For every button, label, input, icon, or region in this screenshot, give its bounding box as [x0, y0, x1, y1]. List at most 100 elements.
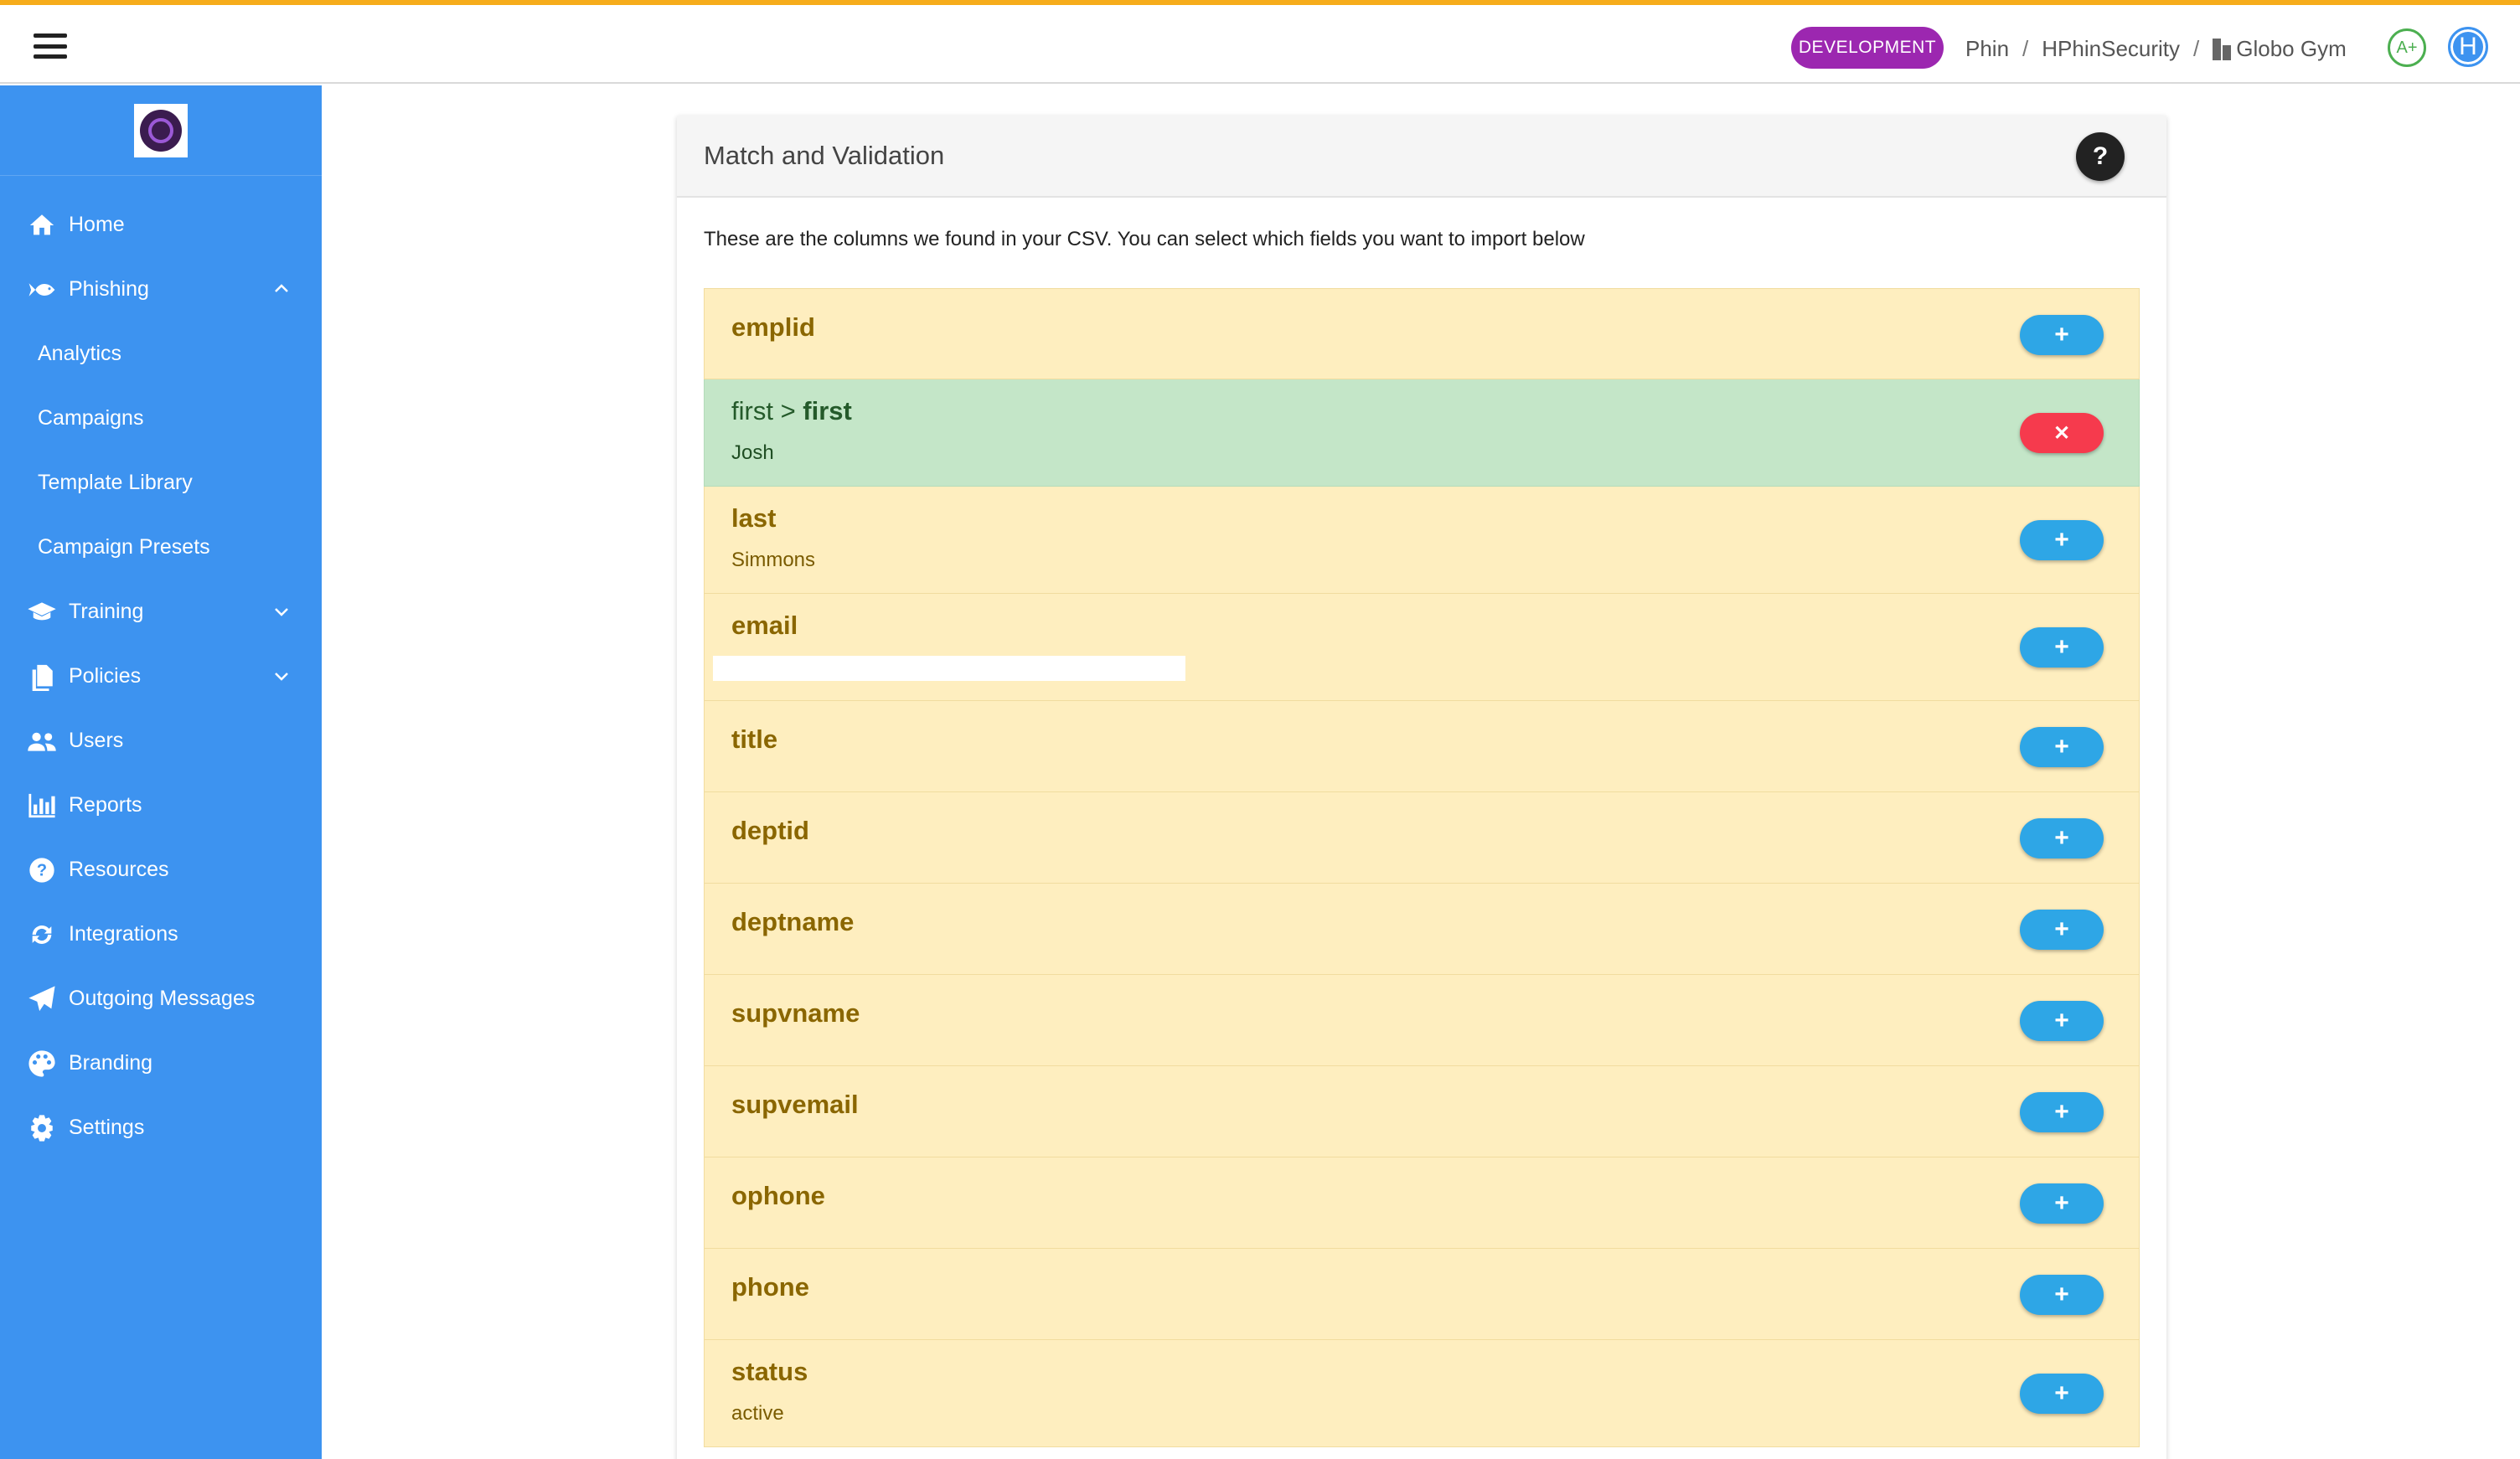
sidebar-item-label: Analytics: [38, 342, 122, 365]
sidebar-item-campaigns[interactable]: Campaigns: [0, 386, 322, 451]
breadcrumb-item[interactable]: HPhinSecurity: [2042, 36, 2180, 62]
add-mapping-button[interactable]: +: [2020, 909, 2104, 950]
sidebar-item-label: Integrations: [69, 922, 178, 946]
sidebar-item-label: Branding: [69, 1051, 153, 1075]
add-mapping-button[interactable]: +: [2020, 1274, 2104, 1315]
user-avatar[interactable]: H: [2448, 27, 2488, 67]
card-header: Match and Validation ?: [677, 116, 2166, 198]
add-mapping-button[interactable]: +: [2020, 520, 2104, 560]
column-name: first > first: [731, 396, 852, 426]
sidebar-item-users[interactable]: Users: [0, 709, 322, 773]
sidebar-item-training[interactable]: Training: [0, 580, 322, 644]
column-row-matched: first > first Josh ✕: [704, 379, 2140, 487]
add-mapping-button[interactable]: +: [2020, 1374, 2104, 1414]
csv-column-label: first: [731, 396, 773, 425]
column-row: last Simmons +: [704, 487, 2140, 594]
sidebar-item-label: Policies: [69, 664, 142, 688]
sidebar-menu: Home Phishing Analytics Campaigns Template L…: [0, 176, 322, 1160]
sidebar-item-label: Reports: [69, 793, 142, 817]
environment-badge: DEVELOPMENT: [1791, 27, 1944, 69]
sample-value: Simmons: [731, 549, 816, 571]
sidebar-item-outgoing-messages[interactable]: Outgoing Messages: [0, 967, 322, 1031]
add-mapping-button[interactable]: +: [2020, 726, 2104, 767]
sample-value: active: [731, 1402, 784, 1425]
sidebar-item-label: Outgoing Messages: [69, 987, 256, 1010]
chevron-up-icon[interactable]: [271, 279, 292, 299]
sidebar-item-policies[interactable]: Policies: [0, 644, 322, 709]
column-name: ophone: [731, 1181, 825, 1210]
breadcrumb-item[interactable]: Phin: [1965, 36, 2009, 62]
column-name: status: [731, 1357, 808, 1386]
add-mapping-button[interactable]: +: [2020, 1091, 2104, 1132]
column-row: title +: [704, 701, 2140, 792]
column-row: supvemail +: [704, 1066, 2140, 1157]
sidebar-item-label: Home: [69, 213, 125, 236]
fish-icon: [27, 275, 57, 305]
breadcrumb-label: Globo Gym: [2236, 35, 2347, 61]
add-mapping-button[interactable]: +: [2020, 817, 2104, 858]
breadcrumb-item-current[interactable]: Globo Gym: [2213, 36, 2347, 62]
column-name: deptname: [731, 907, 855, 936]
sidebar-item-label: Users: [69, 729, 124, 752]
sidebar-item-reports[interactable]: Reports: [0, 773, 322, 838]
column-row: status active +: [704, 1340, 2140, 1447]
chevron-down-icon[interactable]: [271, 666, 292, 686]
column-row: ophone +: [704, 1157, 2140, 1249]
column-name: emplid: [731, 312, 815, 342]
bar-chart-icon: [27, 791, 57, 821]
paper-plane-icon: [27, 984, 57, 1014]
sidebar-item-branding[interactable]: Branding: [0, 1031, 322, 1096]
column-name: email: [731, 611, 798, 640]
add-mapping-button[interactable]: +: [2020, 314, 2104, 355]
remove-mapping-button[interactable]: ✕: [2020, 413, 2104, 453]
company-logo[interactable]: [134, 103, 188, 157]
top-bar: DEVELOPMENT Phin / HPhinSecurity / Globo…: [0, 0, 2520, 84]
column-name: supvemail: [731, 1090, 859, 1119]
sidebar-item-template-library[interactable]: Template Library: [0, 451, 322, 515]
column-row: phone +: [704, 1249, 2140, 1340]
column-name: title: [731, 724, 778, 754]
graduation-cap-icon: [27, 597, 57, 627]
sidebar-item-settings[interactable]: Settings: [0, 1096, 322, 1160]
home-icon: [27, 210, 57, 240]
column-name: phone: [731, 1272, 809, 1302]
column-name: deptid: [731, 816, 809, 845]
question-circle-icon: ?: [27, 855, 57, 885]
mapping-arrow: >: [780, 396, 796, 425]
add-mapping-button[interactable]: +: [2020, 1183, 2104, 1224]
mapped-field-label: first: [803, 396, 852, 425]
menu-icon[interactable]: [34, 34, 67, 59]
sidebar-item-label: Campaign Presets: [38, 535, 210, 559]
breadcrumb-separator: /: [2022, 35, 2029, 61]
help-button[interactable]: ?: [2076, 132, 2125, 181]
column-row: emplid +: [704, 288, 2140, 379]
svg-text:?: ?: [37, 861, 47, 879]
sidebar-item-home[interactable]: Home: [0, 193, 322, 257]
grade-badge[interactable]: A+: [2388, 28, 2426, 67]
sidebar: Home Phishing Analytics Campaigns Template L…: [0, 85, 322, 1459]
sidebar-item-label: Settings: [69, 1116, 145, 1139]
column-row: supvname +: [704, 975, 2140, 1066]
sidebar-item-resources[interactable]: ? Resources: [0, 838, 322, 902]
card-description: These are the columns we found in your C…: [704, 228, 1585, 250]
column-row: deptid +: [704, 792, 2140, 884]
breadcrumb: Phin / HPhinSecurity / Globo Gym: [1965, 32, 2347, 65]
palette-icon: [27, 1049, 57, 1079]
column-name: supvname: [731, 998, 860, 1028]
add-mapping-button[interactable]: +: [2020, 1000, 2104, 1041]
sidebar-item-label: Template Library: [38, 471, 193, 494]
sidebar-item-phishing[interactable]: Phishing: [0, 257, 322, 322]
card-title: Match and Validation: [704, 141, 945, 170]
redacted-sample-value: [713, 656, 1185, 681]
users-icon: [27, 726, 57, 756]
sidebar-logo-area: [0, 85, 322, 176]
sidebar-item-analytics[interactable]: Analytics: [0, 322, 322, 386]
add-mapping-button[interactable]: +: [2020, 627, 2104, 668]
chevron-down-icon[interactable]: [271, 601, 292, 621]
column-name: last: [731, 503, 777, 533]
sidebar-item-integrations[interactable]: Integrations: [0, 902, 322, 967]
sync-icon: [27, 920, 57, 950]
column-row: email +: [704, 594, 2140, 701]
sidebar-item-label: Phishing: [69, 277, 149, 301]
sidebar-item-campaign-presets[interactable]: Campaign Presets: [0, 515, 322, 580]
